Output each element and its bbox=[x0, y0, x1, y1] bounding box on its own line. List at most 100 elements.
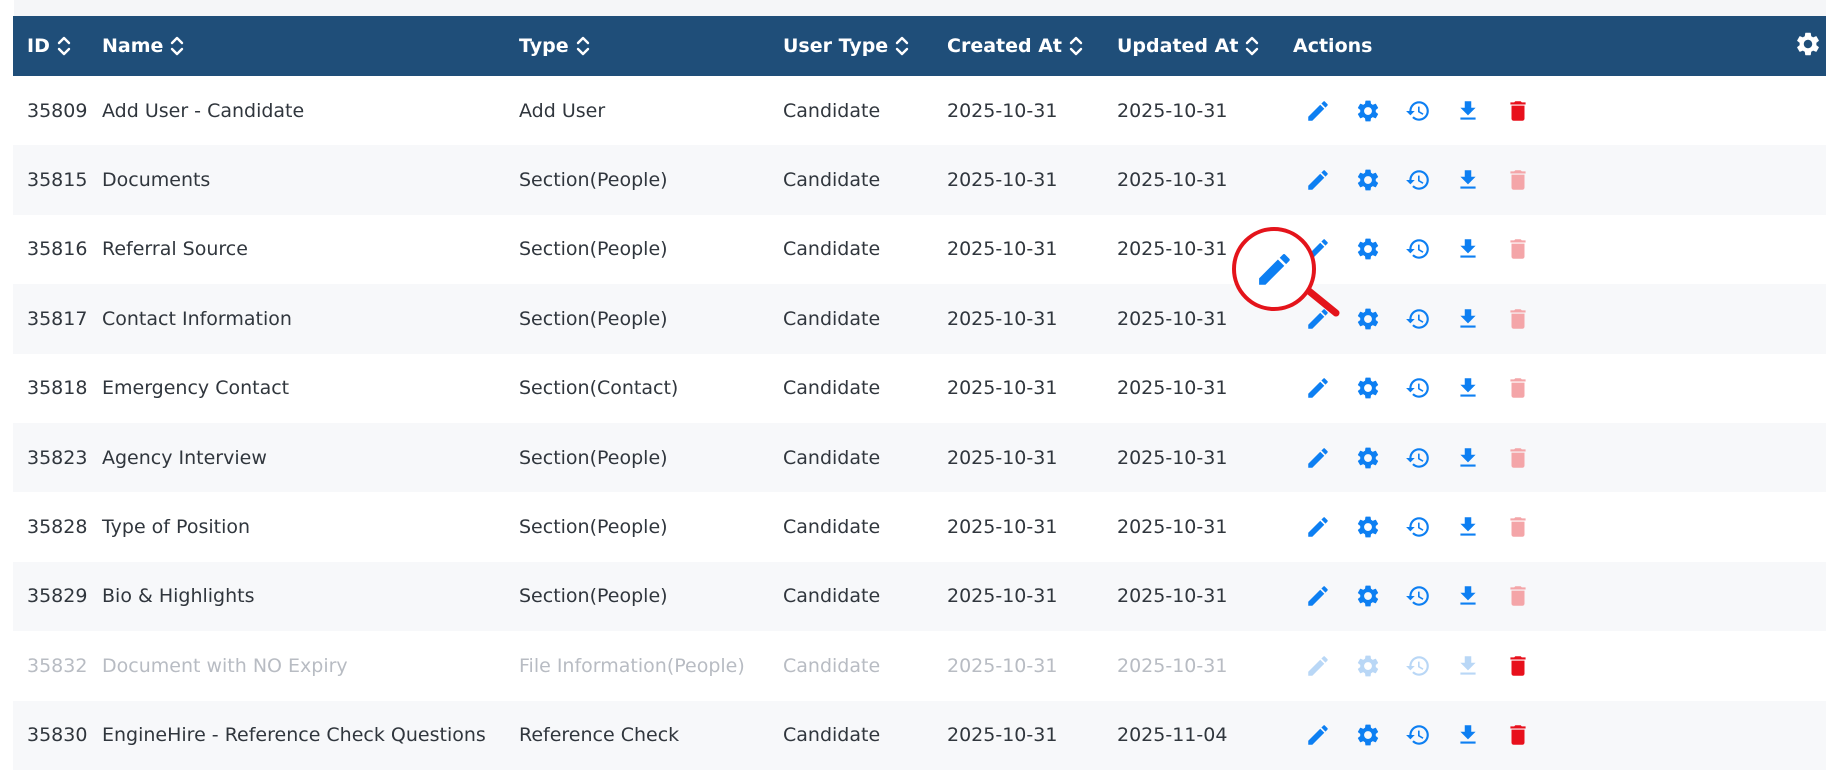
top-strip bbox=[14, 0, 1826, 16]
table-row[interactable]: 35818 Emergency Contact Section(Contact) Ca… bbox=[13, 354, 1826, 423]
table-row[interactable]: 35829 Bio & Highlights Section(People) Cand… bbox=[13, 561, 1826, 632]
cell-name: Documents bbox=[102, 169, 211, 192]
table-row[interactable]: 35832 Document with NO Expiry File Informa… bbox=[13, 631, 1826, 700]
history-icon[interactable] bbox=[1393, 443, 1443, 473]
header-user-type[interactable]: User Type bbox=[783, 16, 947, 76]
settings-gear-icon[interactable] bbox=[1343, 304, 1393, 334]
sort-icon[interactable] bbox=[1244, 35, 1260, 57]
history-icon[interactable] bbox=[1393, 96, 1443, 126]
table-row[interactable]: 35828 Type of Position Section(People) Cand… bbox=[13, 492, 1826, 561]
sort-icon[interactable] bbox=[575, 35, 591, 57]
header-id[interactable]: ID bbox=[13, 16, 102, 76]
history-icon[interactable] bbox=[1393, 512, 1443, 542]
cell-created-at: 2025-10-31 bbox=[947, 446, 1058, 469]
cell-type: Section(People) bbox=[519, 516, 668, 539]
cell-created-at: 2025-10-31 bbox=[947, 724, 1058, 747]
download-icon[interactable] bbox=[1443, 581, 1493, 611]
cell-id: 35815 bbox=[27, 169, 88, 192]
cell-name: Document with NO Expiry bbox=[102, 654, 348, 677]
trash-icon[interactable] bbox=[1493, 651, 1543, 681]
settings-gear-icon[interactable] bbox=[1343, 165, 1393, 195]
history-icon[interactable] bbox=[1393, 373, 1443, 403]
edit-icon[interactable] bbox=[1293, 581, 1343, 611]
trash-icon[interactable] bbox=[1493, 512, 1543, 542]
download-icon[interactable] bbox=[1443, 96, 1493, 126]
edit-icon[interactable] bbox=[1293, 304, 1343, 334]
edit-icon[interactable] bbox=[1293, 234, 1343, 264]
settings-gear-icon[interactable] bbox=[1343, 373, 1393, 403]
table-settings-gear-icon[interactable] bbox=[1794, 30, 1822, 58]
cell-id: 35817 bbox=[27, 307, 88, 330]
cell-user-type: Candidate bbox=[783, 169, 881, 192]
trash-icon[interactable] bbox=[1493, 373, 1543, 403]
header-name[interactable]: Name bbox=[102, 16, 519, 76]
cell-type: Section(People) bbox=[519, 585, 668, 608]
header-actions: Actions bbox=[1293, 35, 1373, 57]
header-created-at[interactable]: Created At bbox=[947, 16, 1117, 76]
download-icon[interactable] bbox=[1443, 443, 1493, 473]
history-icon[interactable] bbox=[1393, 651, 1443, 681]
cell-actions bbox=[1293, 701, 1826, 770]
table-row[interactable]: 35809 Add User - Candidate Add User Candida… bbox=[13, 76, 1826, 145]
settings-gear-icon[interactable] bbox=[1343, 581, 1393, 611]
trash-icon[interactable] bbox=[1493, 443, 1543, 473]
table-row[interactable]: 35817 Contact Information Section(People) C… bbox=[13, 284, 1826, 354]
history-icon[interactable] bbox=[1393, 581, 1443, 611]
history-icon[interactable] bbox=[1393, 234, 1443, 264]
edit-icon[interactable] bbox=[1293, 165, 1343, 195]
cell-id: 35829 bbox=[27, 585, 88, 608]
settings-gear-icon[interactable] bbox=[1343, 512, 1393, 542]
cell-user-type: Candidate bbox=[783, 307, 881, 330]
table-row[interactable]: 35823 Agency Interview Section(People) Cand… bbox=[13, 422, 1826, 493]
trash-icon[interactable] bbox=[1493, 581, 1543, 611]
download-icon[interactable] bbox=[1443, 165, 1493, 195]
edit-icon[interactable] bbox=[1293, 96, 1343, 126]
edit-icon[interactable] bbox=[1293, 373, 1343, 403]
cell-name: Bio & Highlights bbox=[102, 585, 255, 608]
edit-icon[interactable] bbox=[1293, 720, 1343, 750]
edit-icon[interactable] bbox=[1293, 443, 1343, 473]
trash-icon[interactable] bbox=[1493, 234, 1543, 264]
download-icon[interactable] bbox=[1443, 512, 1493, 542]
header-updated-at[interactable]: Updated At bbox=[1117, 16, 1293, 76]
cell-type: File Information(People) bbox=[519, 654, 745, 677]
cell-id: 35828 bbox=[27, 516, 88, 539]
cell-name: Add User - Candidate bbox=[102, 99, 305, 122]
history-icon[interactable] bbox=[1393, 165, 1443, 195]
table-row[interactable]: 35830 EngineHire - Reference Check Questi… bbox=[13, 700, 1826, 770]
cell-actions bbox=[1293, 631, 1826, 700]
sort-icon[interactable] bbox=[56, 35, 72, 57]
download-icon[interactable] bbox=[1443, 720, 1493, 750]
history-icon[interactable] bbox=[1393, 304, 1443, 334]
trash-icon[interactable] bbox=[1493, 304, 1543, 334]
trash-icon[interactable] bbox=[1493, 720, 1543, 750]
settings-gear-icon[interactable] bbox=[1343, 234, 1393, 264]
forms-table-container: ID Name Type User Type Created At Update… bbox=[0, 0, 1838, 770]
sort-icon[interactable] bbox=[169, 35, 185, 57]
history-icon[interactable] bbox=[1393, 720, 1443, 750]
header-type[interactable]: Type bbox=[519, 16, 783, 76]
cell-type: Reference Check bbox=[519, 724, 680, 747]
cell-updated-at: 2025-10-31 bbox=[1117, 307, 1228, 330]
download-icon[interactable] bbox=[1443, 651, 1493, 681]
sort-icon[interactable] bbox=[894, 35, 910, 57]
table-row[interactable]: 35815 Documents Section(People) Candidate 20… bbox=[13, 145, 1826, 215]
cell-id: 35832 bbox=[27, 654, 88, 677]
settings-gear-icon[interactable] bbox=[1343, 96, 1393, 126]
download-icon[interactable] bbox=[1443, 234, 1493, 264]
trash-icon[interactable] bbox=[1493, 165, 1543, 195]
download-icon[interactable] bbox=[1443, 373, 1493, 403]
settings-gear-icon[interactable] bbox=[1343, 720, 1393, 750]
cell-user-type: Candidate bbox=[783, 654, 881, 677]
table-row[interactable]: 35816 Referral Source Section(People) Candi… bbox=[13, 215, 1826, 284]
table-body: 35809 Add User - Candidate Add User Candida… bbox=[13, 76, 1826, 770]
settings-gear-icon[interactable] bbox=[1343, 651, 1393, 681]
edit-icon[interactable] bbox=[1293, 512, 1343, 542]
download-icon[interactable] bbox=[1443, 304, 1493, 334]
cell-user-type: Candidate bbox=[783, 99, 881, 122]
trash-icon[interactable] bbox=[1493, 96, 1543, 126]
cell-user-type: Candidate bbox=[783, 585, 881, 608]
settings-gear-icon[interactable] bbox=[1343, 443, 1393, 473]
sort-icon[interactable] bbox=[1068, 35, 1084, 57]
edit-icon[interactable] bbox=[1293, 651, 1343, 681]
